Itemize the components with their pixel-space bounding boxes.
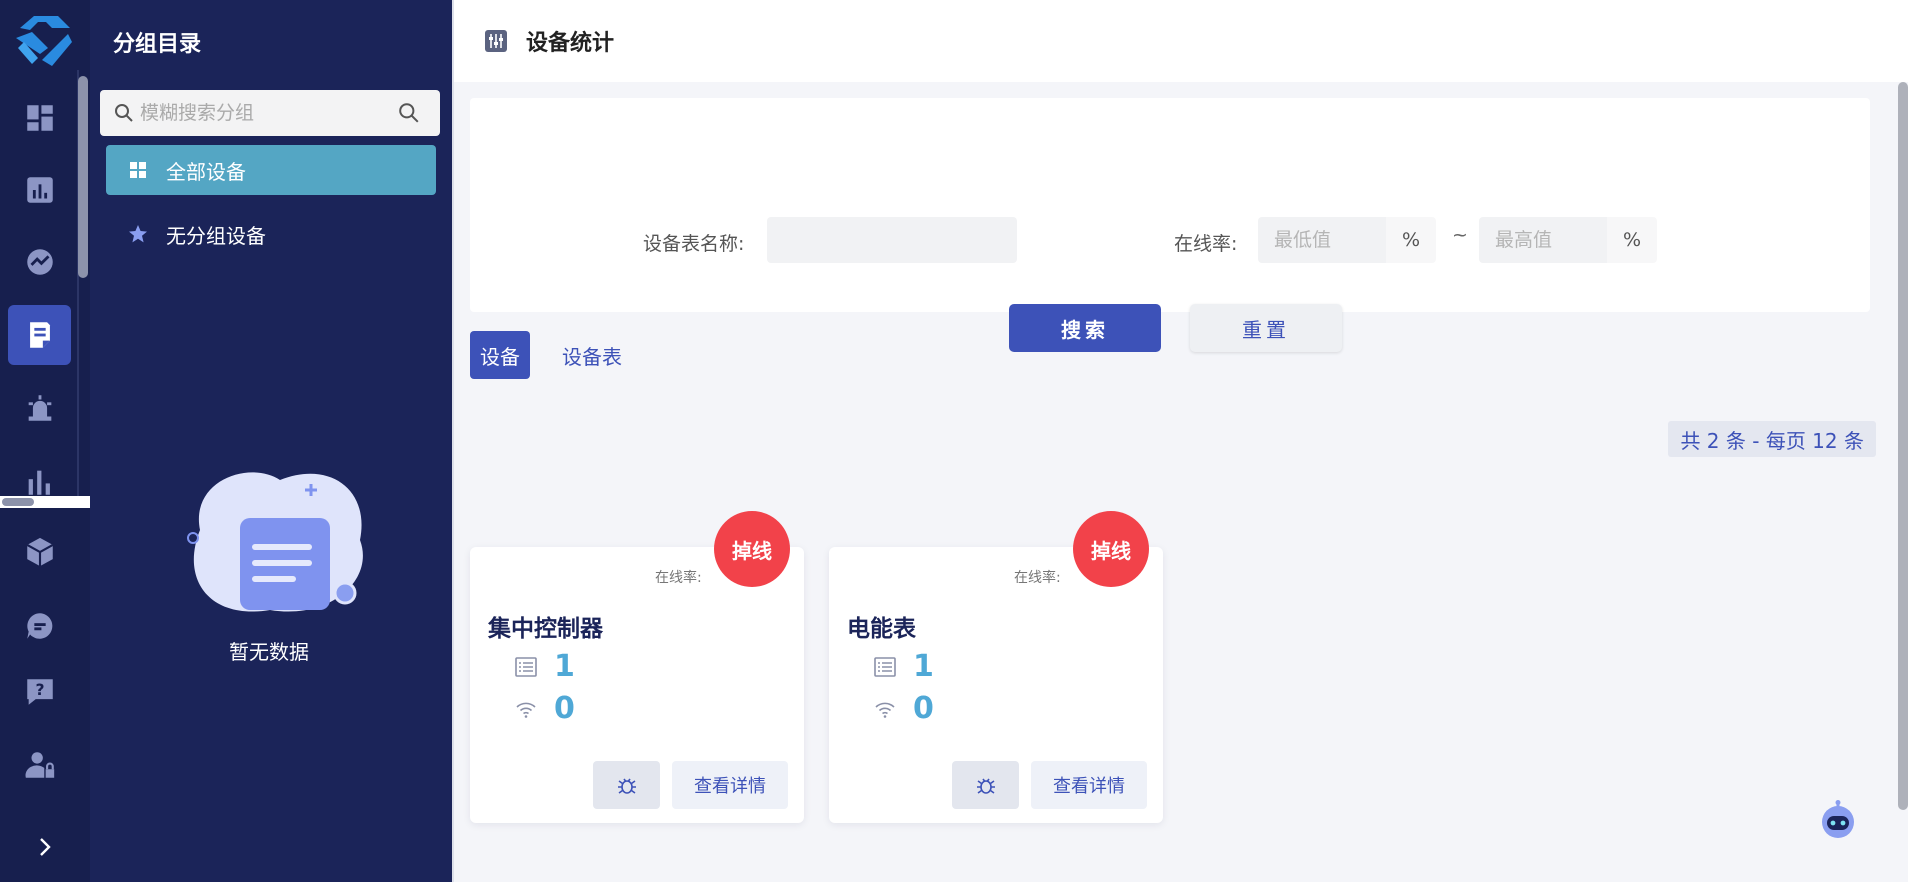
online-count-stat: 0 [873, 691, 934, 726]
user-lock-icon [24, 752, 54, 778]
device-stats-icon [29, 322, 50, 348]
app-logo-icon[interactable] [12, 10, 76, 70]
panel-border [452, 0, 454, 882]
message-icon [26, 613, 52, 639]
device-name: 集中控制器 [488, 616, 603, 642]
online-rate-max-input[interactable] [1479, 217, 1607, 263]
page-title: 设备统计 [526, 31, 615, 56]
online-rate-min-unit: % [1386, 217, 1436, 263]
grid-icon [130, 162, 146, 178]
tab-devices[interactable]: 设备 [470, 331, 530, 379]
wifi-icon [516, 702, 536, 718]
debug-button[interactable] [593, 761, 660, 809]
debug-button[interactable] [952, 761, 1019, 809]
list-icon [874, 656, 896, 677]
rail-expand-button[interactable] [30, 830, 60, 864]
dashboard-icon [26, 105, 53, 131]
rail-item-monitor[interactable] [8, 232, 71, 292]
view-details-button[interactable]: 查看详情 [1031, 761, 1147, 809]
device-count-stat: 1 [873, 649, 934, 684]
status-badge: 掉线 [1073, 511, 1149, 587]
tab-device-tables[interactable]: 设备表 [552, 331, 632, 379]
online-rate-label: 在线率: [655, 570, 702, 586]
online-rate-min-input[interactable] [1258, 217, 1386, 263]
rail-hscroll-thumb[interactable] [2, 498, 34, 506]
device-name: 电能表 [847, 616, 916, 642]
empty-state-illustration [187, 472, 363, 612]
monitor-icon [26, 249, 53, 275]
list-icon [515, 656, 537, 677]
rail-item-help[interactable]: ? [8, 662, 71, 722]
device-count-value: 1 [913, 649, 934, 684]
group-item-all-devices[interactable]: 全部设备 [106, 145, 436, 195]
cube-icon [26, 537, 53, 567]
sliders-icon [485, 30, 507, 52]
device-count-value: 1 [554, 649, 575, 684]
report-icon [26, 177, 53, 203]
group-panel-title: 分组目录 [113, 32, 202, 57]
online-rate-label: 在线率: [1014, 570, 1061, 586]
main-scrollbar[interactable] [1898, 82, 1908, 810]
group-item-ungrouped[interactable]: 无分组设备 [106, 209, 436, 259]
rail-item-message[interactable] [8, 596, 71, 656]
status-badge: 掉线 [714, 511, 790, 587]
robot-assistant-icon[interactable] [1818, 800, 1858, 840]
rail-item-device-stats[interactable] [8, 305, 71, 365]
rail-item-alarm[interactable] [8, 378, 71, 438]
bar-chart-icon [28, 470, 50, 495]
wifi-icon [875, 702, 895, 718]
alarm-icon [28, 395, 51, 421]
svg-text:?: ? [35, 681, 44, 699]
rail-item-cube[interactable] [8, 522, 71, 582]
icon-rail: ? [0, 0, 90, 882]
search-submit-icon[interactable] [398, 102, 420, 124]
online-count-value: 0 [554, 691, 575, 726]
online-rate-label: 在线率: [1174, 233, 1238, 255]
filter-panel: 设备表名称: 在线率: % ~ % 搜索 重置 [470, 98, 1870, 352]
group-panel: 分组目录 全部设备 无分组设备 暂无数据 [90, 0, 452, 882]
online-count-stat: 0 [514, 691, 575, 726]
rail-scrollbar[interactable] [78, 76, 88, 278]
online-rate-max-unit: % [1607, 217, 1657, 263]
device-card[interactable]: 掉线 在线率: 集中控制器 1 0 查看详情 [470, 511, 804, 823]
pagination-summary: 共 2 条 - 每页 12 条 [1668, 421, 1876, 457]
range-separator: ~ [1452, 224, 1468, 246]
online-count-value: 0 [913, 691, 934, 726]
group-item-label: 全部设备 [166, 159, 246, 184]
group-item-label: 无分组设备 [166, 223, 266, 248]
bug-icon [617, 778, 636, 794]
bug-icon [976, 778, 995, 794]
view-details-button[interactable]: 查看详情 [672, 761, 788, 809]
help-icon: ? [26, 679, 53, 705]
device-table-name-label: 设备表名称: [643, 233, 745, 255]
rail-item-report[interactable] [8, 160, 71, 220]
search-button[interactable]: 搜索 [1009, 304, 1161, 352]
rail-item-user-lock[interactable] [8, 735, 71, 795]
group-search-input[interactable] [140, 102, 390, 124]
reset-button[interactable]: 重置 [1190, 304, 1342, 352]
chevron-right-icon [40, 838, 51, 856]
rail-item-dashboard[interactable] [8, 88, 71, 148]
star-icon [129, 225, 147, 243]
device-count-stat: 1 [514, 649, 575, 684]
device-table-name-input[interactable] [767, 217, 1017, 263]
group-search[interactable] [100, 90, 440, 136]
search-icon [115, 104, 133, 122]
page-header: 设备统计 [454, 0, 1908, 82]
empty-state-label: 暂无数据 [229, 640, 309, 664]
device-card[interactable]: 掉线 在线率: 电能表 1 0 查看详情 [829, 511, 1163, 823]
